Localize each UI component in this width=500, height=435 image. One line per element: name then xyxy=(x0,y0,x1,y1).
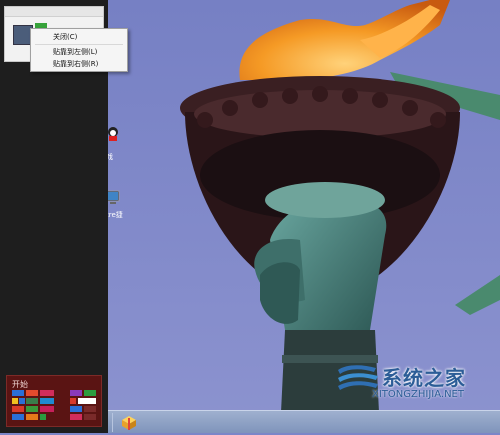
start-screen-thumbnail[interactable]: 开始 xyxy=(6,375,102,427)
qq-game-icon[interactable] xyxy=(106,126,120,142)
watermark-brand: 系统之家 xyxy=(382,366,466,390)
start-tiles-grid xyxy=(12,390,98,424)
package-app-icon[interactable] xyxy=(120,414,138,431)
menu-item-close[interactable]: 关闭(C) xyxy=(53,32,77,42)
menu-item-snap-right[interactable]: 贴靠到右侧(R) xyxy=(53,59,98,69)
menu-separator xyxy=(35,44,123,45)
computer-icon-label: tre捷 xyxy=(106,211,123,219)
thumbnail-titlebar xyxy=(5,7,103,17)
context-menu: 关闭(C) 贴靠到左侧(L) 贴靠到右侧(R) xyxy=(30,28,128,72)
menu-item-snap-left[interactable]: 贴靠到左侧(L) xyxy=(53,47,97,57)
taskbar-separator xyxy=(112,413,113,432)
taskbar xyxy=(108,410,500,433)
watermark: 系统之家 XITONGZHIJIA.NET xyxy=(336,360,500,410)
computer-icon[interactable] xyxy=(106,190,120,206)
start-label: 开始 xyxy=(12,380,28,389)
watermark-url: XITONGZHIJIA.NET xyxy=(372,389,464,400)
